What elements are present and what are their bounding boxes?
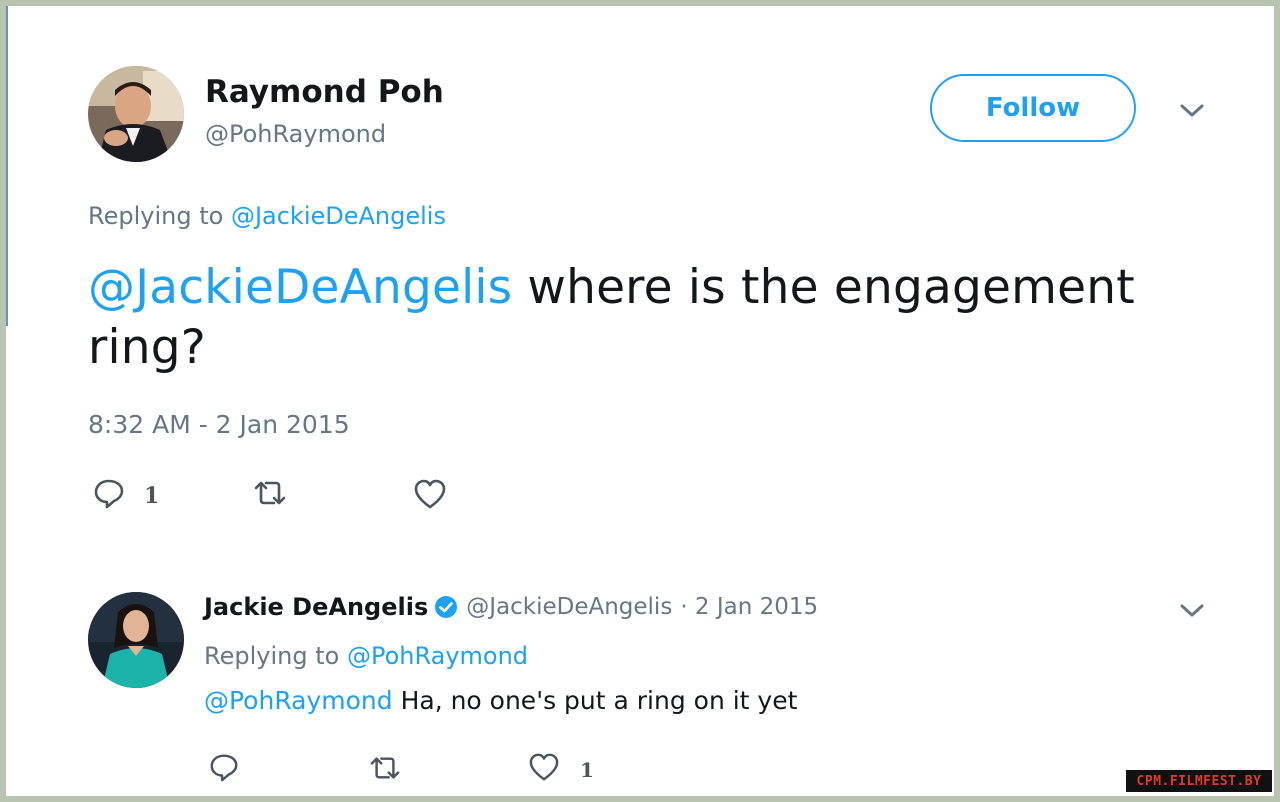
- retweet-icon: [250, 478, 290, 513]
- reply-body: Ha, no one's put a ring on it yet: [392, 686, 798, 715]
- follow-button[interactable]: Follow: [930, 74, 1136, 142]
- reply-like-count: 1: [580, 757, 594, 782]
- reply-replying-prefix: Replying to: [204, 642, 340, 670]
- like-icon: [528, 752, 560, 787]
- replying-to-link[interactable]: @JackieDeAngelis: [231, 202, 446, 230]
- mention-link[interactable]: @JackieDeAngelis: [88, 260, 512, 315]
- reply-author-name[interactable]: Jackie DeAngelis: [204, 593, 428, 621]
- author-handle[interactable]: @PohRaymond: [205, 120, 386, 148]
- tweet-text: @JackieDeAngelis where is the engagement…: [88, 258, 1198, 378]
- like-icon: [413, 478, 447, 515]
- chevron-down-icon[interactable]: [1179, 602, 1205, 625]
- reply-reply-button[interactable]: [208, 751, 240, 788]
- reply-like-button[interactable]: 1: [528, 752, 594, 787]
- like-button[interactable]: [413, 478, 447, 515]
- reply-replying-to: Replying to @PohRaymond: [204, 642, 528, 670]
- watermark: CPM.FILMFEST.BY: [1126, 770, 1272, 792]
- reply-icon: [208, 751, 240, 788]
- replying-prefix: Replying to: [88, 202, 224, 230]
- reply-count: 1: [144, 482, 160, 509]
- avatar[interactable]: [88, 66, 184, 162]
- reply-retweet-button[interactable]: [366, 754, 404, 787]
- reply-icon: [92, 476, 126, 515]
- reply-avatar[interactable]: [88, 592, 184, 688]
- reply-header: Jackie DeAngelis @JackieDeAngelis · 2 Ja…: [204, 593, 818, 621]
- tweet-card: Raymond Poh @PohRaymond Follow Replying …: [6, 6, 1274, 796]
- reply-replying-to-link[interactable]: @PohRaymond: [347, 642, 528, 670]
- timestamp[interactable]: 8:32 AM - 2 Jan 2015: [88, 410, 350, 439]
- retweet-button[interactable]: [250, 478, 290, 513]
- reply-date[interactable]: · 2 Jan 2015: [680, 594, 818, 620]
- reply-text: @PohRaymond Ha, no one's put a ring on i…: [204, 686, 797, 715]
- divider: [6, 6, 8, 326]
- retweet-icon: [366, 754, 404, 787]
- reply-button[interactable]: 1: [92, 476, 159, 515]
- chevron-down-icon[interactable]: [1179, 102, 1205, 125]
- replying-to: Replying to @JackieDeAngelis: [88, 202, 446, 230]
- author-name[interactable]: Raymond Poh: [205, 74, 444, 110]
- reply-mention-link[interactable]: @PohRaymond: [204, 686, 393, 715]
- verified-badge-icon: [434, 595, 458, 619]
- reply-author-handle[interactable]: @JackieDeAngelis: [466, 594, 672, 620]
